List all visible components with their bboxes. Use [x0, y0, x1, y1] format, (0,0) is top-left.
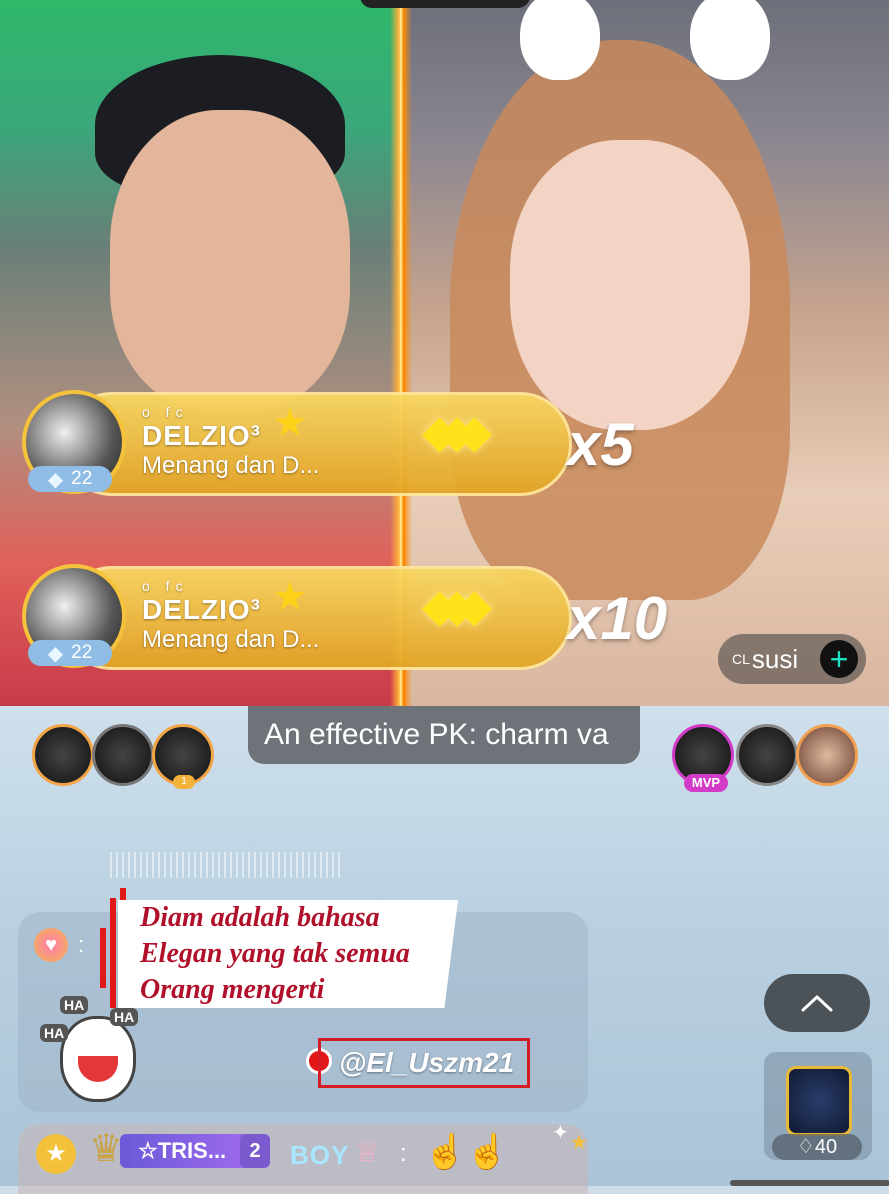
sender-level: 22	[71, 642, 93, 663]
right-host-follow-pill[interactable]: CL susi +	[718, 634, 866, 684]
sparkle-icon: ★	[570, 1132, 588, 1154]
supporter-rank-badge: 1	[173, 775, 195, 789]
star-icon: ★	[272, 401, 308, 445]
charm-banner-text: An effective PK: charm va	[264, 718, 609, 751]
bunny-ear-right-icon	[690, 0, 770, 80]
left-supporter-avatar-2[interactable]	[92, 724, 154, 786]
sender-name-text: DELZIO³	[142, 594, 261, 625]
star-icon: ★	[36, 1134, 76, 1174]
sender-name: o fc DELZIO³	[142, 578, 261, 626]
gift-banner-bar	[60, 566, 572, 670]
sender-name-text: DELZIO³	[142, 420, 261, 451]
heart-icon: ♥	[34, 928, 68, 962]
gift-message: Menang dan D...	[142, 626, 320, 653]
hand-icon: ☝	[466, 1133, 509, 1171]
gift-banner-1[interactable]: ◆ 22 o fc DELZIO³ ★ Menang dan D... ◆◆◆ …	[22, 390, 634, 498]
mascot-ha-label: HA	[60, 996, 89, 1014]
diamond-icon: ◆	[47, 642, 64, 665]
crown-icon: ♕	[354, 1135, 381, 1168]
gift-count: x10	[567, 585, 668, 652]
diamond-gift-icon: ◆◆◆	[422, 405, 492, 457]
gift-message: Menang dan D...	[142, 452, 320, 479]
chat-user-level: 2	[240, 1134, 270, 1168]
game-count: ♢40	[772, 1134, 862, 1160]
mascot-ha-label: HA	[110, 1008, 139, 1026]
diamond-icon: ◆	[47, 468, 64, 491]
quote-line-1: Diam adalah bahasa	[140, 902, 380, 933]
laughing-mascot-sticker: HA HA HA	[40, 996, 150, 1106]
sender-level-badge: ◆ 22	[28, 466, 112, 492]
sender-level: 22	[71, 468, 93, 489]
right-supporter-avatar-2[interactable]	[736, 724, 798, 786]
host-prefix: CL	[732, 651, 750, 667]
right-host-face	[510, 140, 750, 430]
mascot-ha-label: HA	[40, 1024, 69, 1042]
gift-banner-2[interactable]: ◆ 22 o fc DELZIO³ ★ Menang dan D... ◆◆◆ …	[22, 564, 667, 672]
plus-icon[interactable]: +	[820, 640, 858, 678]
audio-waveform	[110, 852, 340, 878]
hand-icon: ☝	[424, 1133, 467, 1171]
quote-line-2: Elegan yang tak semua	[140, 938, 410, 969]
sender-name-super: o fc	[142, 404, 189, 420]
scroll-up-button[interactable]	[764, 974, 870, 1032]
charm-banner: An effective PK: charm va	[248, 706, 640, 764]
creator-tag: @El_Uszm21	[318, 1038, 530, 1088]
left-supporter-avatar-3[interactable]: 1	[152, 724, 214, 789]
bunny-ear-left-icon	[520, 0, 600, 80]
chat-colon: :	[78, 932, 85, 957]
gift-banner-bar	[60, 392, 572, 496]
quote-line-3: Orang mengerti	[140, 974, 325, 1005]
host-name: susi	[751, 643, 799, 674]
chat-separator: :	[400, 1140, 407, 1167]
diamond-icon: ♢	[796, 1136, 815, 1158]
star-icon: ★	[272, 575, 308, 619]
sender-name: o fc DELZIO³	[142, 404, 261, 452]
diamond-gift-icon: ◆◆◆	[422, 579, 492, 631]
mvp-badge: MVP	[684, 774, 728, 792]
left-supporter-avatar-1[interactable]	[32, 724, 94, 786]
sparkle-icon: ✦	[552, 1122, 569, 1144]
right-supporter-avatar-3[interactable]	[796, 724, 858, 786]
game-count-value: 40	[814, 1136, 838, 1158]
chevron-up-icon	[801, 995, 833, 1012]
left-host-face	[110, 110, 350, 410]
sender-level-badge: ◆ 22	[28, 640, 112, 666]
quote-text: Diam adalah bahasa Elegan yang tak semua…	[140, 900, 410, 1008]
sender-name-super: o fc	[142, 578, 189, 594]
gift-count: x5	[567, 411, 634, 478]
bottom-edge	[730, 1180, 889, 1186]
game-icon	[786, 1066, 852, 1136]
chat-user-title: BOY	[290, 1140, 350, 1170]
top-notch	[360, 0, 530, 8]
